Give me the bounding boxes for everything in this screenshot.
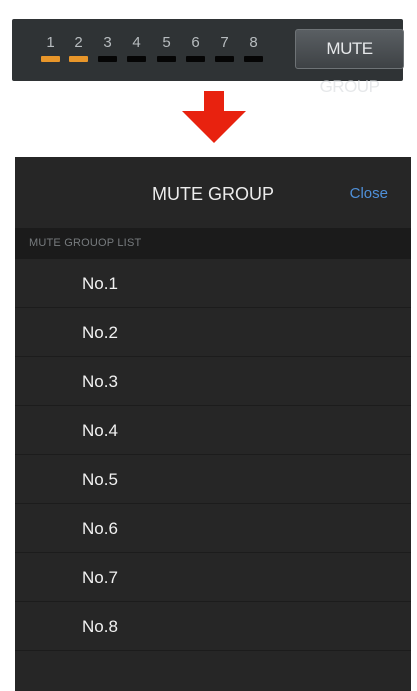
mute-indicator xyxy=(244,56,263,62)
mute-indicator xyxy=(186,56,205,62)
mute-indicator xyxy=(127,56,146,62)
list-item-no7[interactable]: No.7 xyxy=(15,553,411,602)
channel-number: 8 xyxy=(249,34,258,51)
mute-channel-7[interactable]: 7 xyxy=(215,35,234,62)
channel-number: 7 xyxy=(220,34,229,51)
list-item-label: No.2 xyxy=(82,323,118,342)
mute-channel-8[interactable]: 8 xyxy=(244,35,263,62)
mute-indicator xyxy=(69,56,88,62)
list-item-label: No.7 xyxy=(82,568,118,587)
mute-channel-2[interactable]: 2 xyxy=(69,35,88,62)
list-item-label: No.3 xyxy=(82,372,118,391)
mute-channel-4[interactable]: 4 xyxy=(127,35,146,62)
list-item-no2[interactable]: No.2 xyxy=(15,308,411,357)
mute-indicator xyxy=(41,56,60,62)
mute-channel-1[interactable]: 1 xyxy=(41,35,60,62)
close-button[interactable]: Close xyxy=(350,184,388,204)
list-item-no6[interactable]: No.6 xyxy=(15,504,411,553)
channel-number: 4 xyxy=(132,34,141,51)
mute-channel-3[interactable]: 3 xyxy=(98,35,117,62)
list-item-label: No.6 xyxy=(82,519,118,538)
list-item-label: No.5 xyxy=(82,470,118,489)
mute-channel-6[interactable]: 6 xyxy=(186,35,205,62)
list-item-no1[interactable]: No.1 xyxy=(15,259,411,308)
arrow-shape xyxy=(182,91,246,143)
list-item-label: No.1 xyxy=(82,274,118,293)
channel-number: 1 xyxy=(46,34,55,51)
list-item-label: No.4 xyxy=(82,421,118,440)
down-arrow-icon xyxy=(182,91,246,143)
mute-group-strip: 1 2 3 4 5 6 7 8 MUTE GROUP xyxy=(12,19,404,96)
channel-number: 5 xyxy=(162,34,171,51)
section-header: MUTE GROUOP LIST xyxy=(15,228,411,259)
modal-header: MUTE GROUP Close xyxy=(15,157,411,228)
mute-group-button[interactable]: MUTE GROUP xyxy=(295,29,404,96)
list-item-no5[interactable]: No.5 xyxy=(15,455,411,504)
list-item-no4[interactable]: No.4 xyxy=(15,406,411,455)
list-item-label: No.8 xyxy=(82,617,118,636)
section-label: MUTE GROUOP LIST xyxy=(29,237,142,249)
channel-number: 2 xyxy=(74,34,83,51)
mute-channel-5[interactable]: 5 xyxy=(157,35,176,62)
mute-indicator xyxy=(98,56,117,62)
list-item-no3[interactable]: No.3 xyxy=(15,357,411,406)
mute-indicator xyxy=(215,56,234,62)
channel-number: 3 xyxy=(103,34,112,51)
mute-indicator xyxy=(157,56,176,62)
list-item-no8[interactable]: No.8 xyxy=(15,602,411,651)
mute-group-list: No.1 No.2 No.3 No.4 No.5 No.6 No.7 No.8 xyxy=(15,259,411,651)
mute-group-modal: MUTE GROUP Close MUTE GROUOP LIST No.1 N… xyxy=(15,157,411,691)
channel-number: 6 xyxy=(191,34,200,51)
